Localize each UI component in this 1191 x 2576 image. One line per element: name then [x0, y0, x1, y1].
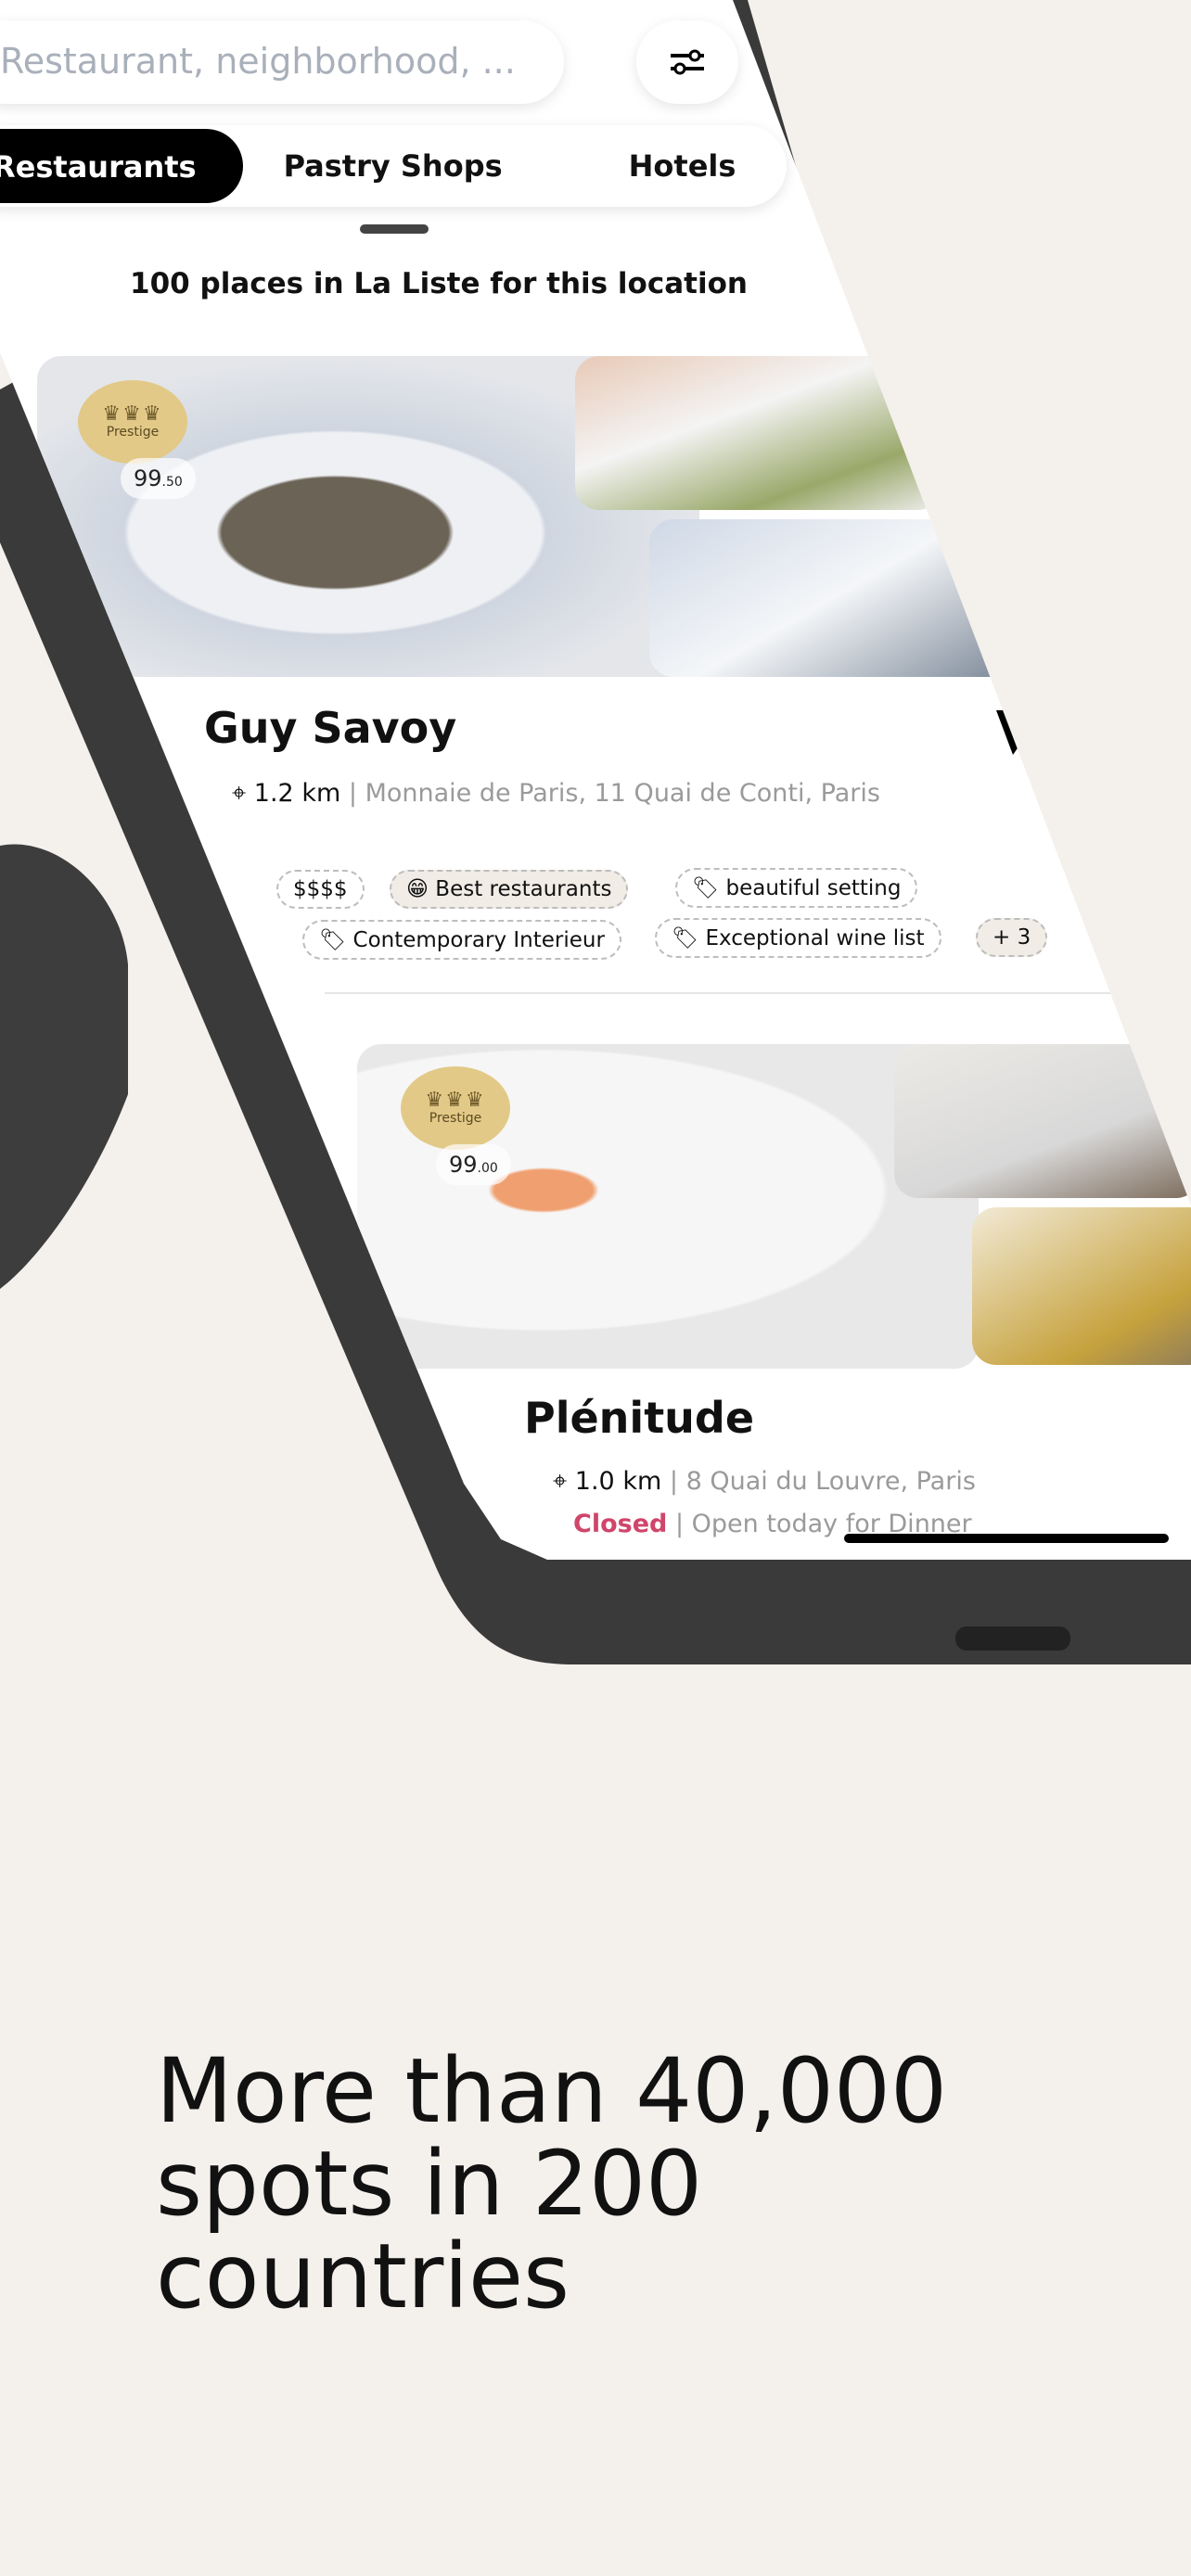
- map-pin-icon: ⌖: [553, 1467, 568, 1496]
- tag-best-restaurants[interactable]: 😁 Best restaurants: [390, 870, 629, 909]
- tag-price[interactable]: $$$$: [276, 870, 365, 909]
- score-decimal: .00: [477, 1161, 498, 1176]
- rating-badge: ♛♛♛ Prestige: [401, 1066, 510, 1150]
- tag-icon: 🏷: [692, 876, 720, 900]
- map-pin-icon: ⌖: [232, 779, 247, 808]
- home-indicator[interactable]: [844, 1534, 1169, 1543]
- restaurant-name[interactable]: Plénitude: [524, 1393, 754, 1443]
- crown-icon: ♛♛♛: [102, 402, 163, 426]
- tab-pastry-shops[interactable]: Pastry Shops: [284, 148, 503, 184]
- sheet-handle[interactable]: [360, 224, 429, 234]
- badge-label: Prestige: [106, 425, 160, 440]
- tag-wine-list[interactable]: 🏷 Exceptional wine list: [655, 918, 941, 958]
- badge-label: Prestige: [429, 1111, 482, 1126]
- score-int: 99: [449, 1152, 478, 1178]
- tag-more[interactable]: + 3: [976, 918, 1048, 957]
- score-int: 99: [134, 465, 162, 491]
- score: 99.50: [121, 458, 196, 499]
- tag-contemporary-interieur[interactable]: 🏷 Contemporary Interieur: [302, 920, 621, 960]
- score: 99.00: [436, 1144, 511, 1185]
- tag-icon: 🏷: [672, 926, 699, 950]
- address: Monnaie de Paris, 11 Quai de Conti, Pari…: [365, 779, 880, 808]
- tag-icon: 🏷: [319, 928, 347, 952]
- restaurant-photo[interactable]: [972, 1207, 1191, 1365]
- results-count: 100 places in La Liste for this location: [130, 267, 748, 300]
- restaurant-address: ⌖ 1.2 km | Monnaie de Paris, 11 Quai de …: [232, 779, 880, 808]
- score-decimal: .50: [161, 475, 183, 490]
- filter-button[interactable]: [636, 20, 738, 104]
- rating-badge: ♛♛♛ Prestige: [78, 380, 187, 464]
- phone-port: [955, 1626, 1070, 1651]
- address: 8 Quai du Louvre, Paris: [685, 1467, 976, 1496]
- restaurant-name[interactable]: Guy Savoy: [204, 703, 456, 753]
- restaurant-address: ⌖ 1.0 km | 8 Quai du Louvre, Paris: [553, 1467, 976, 1496]
- search-input[interactable]: Restaurant, neighborhood, ...: [0, 20, 564, 104]
- distance: 1.0 km: [574, 1467, 662, 1496]
- marketing-headline: More than 40,000 spots in 200 countries: [156, 2039, 948, 2328]
- sliders-icon: [671, 49, 704, 75]
- tab-restaurants[interactable]: Restaurants: [0, 129, 243, 203]
- category-tabs: Restaurants Pastry Shops Hotels: [0, 125, 787, 207]
- tab-hotels[interactable]: Hotels: [629, 148, 736, 184]
- distance: 1.2 km: [253, 779, 341, 808]
- tag-beautiful-setting[interactable]: 🏷 beautiful setting: [675, 868, 918, 908]
- divider: [325, 992, 1178, 994]
- crown-icon: ♛♛♛: [425, 1089, 486, 1112]
- closed-status: Closed: [573, 1510, 668, 1538]
